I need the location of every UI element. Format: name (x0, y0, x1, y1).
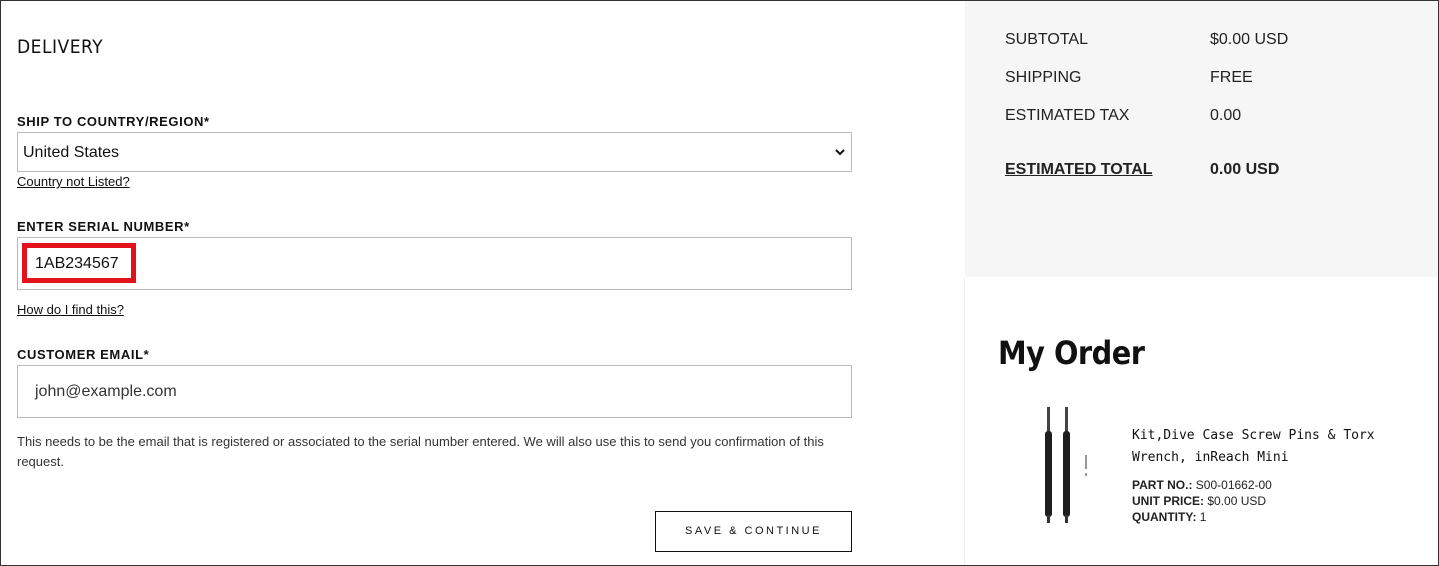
country-select[interactable]: United States (17, 132, 852, 172)
my-order-title: My Order (998, 334, 1145, 372)
delivery-form: DELIVERY SHIP TO COUNTRY/REGION* United … (0, 0, 964, 566)
shipping-label: SHIPPING (1005, 69, 1082, 86)
quantity-label: QUANTITY: (1132, 510, 1197, 524)
tax-value: 0.00 (1210, 107, 1242, 124)
part-no-label: PART NO.: (1132, 478, 1193, 492)
serial-input[interactable]: 1AB234567 (17, 237, 852, 290)
screwdriver-kit-image (1045, 407, 1087, 523)
serial-label: ENTER SERIAL NUMBER* (17, 219, 190, 234)
quantity: QUANTITY: 1 (1132, 510, 1206, 524)
delivery-heading: DELIVERY (17, 36, 104, 58)
unit-price: UNIT PRICE: $0.00 USD (1132, 494, 1266, 508)
tax-label: ESTIMATED TAX (1005, 107, 1130, 124)
product-name: Kit,Dive Case Screw Pins & Torx Wrench, … (1132, 428, 1375, 465)
subtotal-value: $0.00 USD (1210, 31, 1289, 48)
column-divider (964, 277, 965, 565)
unit-price-value: $0.00 USD (1207, 494, 1267, 508)
quantity-value: 1 (1199, 510, 1207, 524)
country-not-listed-link[interactable]: Country not Listed? (17, 174, 130, 189)
total-label: ESTIMATED TOTAL (1005, 161, 1153, 178)
part-no-value: S00-01662-00 (1195, 478, 1272, 492)
part-number: PART NO.: S00-01662-00 (1132, 478, 1272, 492)
email-helper-text: This needs to be the email that is regis… (17, 434, 824, 469)
chevron-down-icon (835, 149, 845, 156)
email-input[interactable]: john@example.com (17, 365, 852, 418)
how-to-find-link[interactable]: How do I find this? (17, 302, 124, 317)
save-continue-button[interactable]: SAVE & CONTINUE (655, 511, 852, 552)
serial-highlight-box: 1AB234567 (22, 243, 136, 283)
unit-price-label: UNIT PRICE: (1132, 494, 1204, 508)
country-label: SHIP TO COUNTRY/REGION* (17, 114, 210, 129)
email-label: CUSTOMER EMAIL* (17, 347, 150, 362)
shipping-value: FREE (1210, 69, 1253, 86)
total-value: 0.00 USD (1210, 161, 1280, 178)
subtotal-label: SUBTOTAL (1005, 31, 1088, 48)
order-summary: SUBTOTAL $0.00 USD SHIPPING FREE ESTIMAT… (965, 1, 1438, 277)
serial-value: 1AB234567 (35, 255, 119, 272)
email-value: john@example.com (35, 383, 177, 400)
country-select-value: United States (23, 144, 120, 161)
